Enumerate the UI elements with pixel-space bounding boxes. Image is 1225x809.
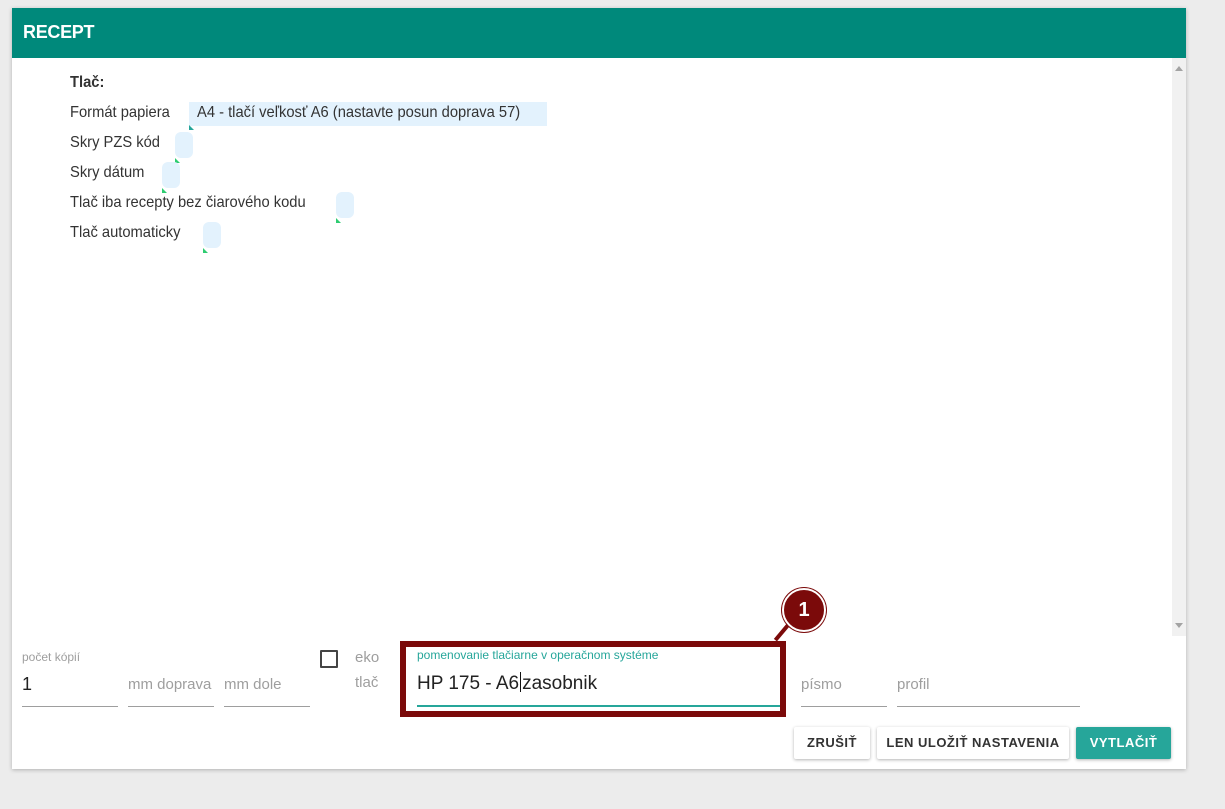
print-button[interactable]: VYTLAČIŤ: [1076, 727, 1171, 759]
dialog-title: RECEPT: [23, 22, 95, 42]
paper-format-value: A4 - tlačí veľkosť A6 (nastavte posun do…: [197, 104, 521, 121]
auto-print-toggle[interactable]: [203, 222, 221, 253]
hide-date-label: Skry dátum: [70, 164, 145, 181]
paper-format-label: Formát papiera: [70, 104, 170, 121]
corner-marker-icon: [203, 248, 208, 253]
scroll-up-icon[interactable]: [1175, 66, 1183, 71]
scroll-down-icon[interactable]: [1175, 623, 1183, 628]
paper-format-select[interactable]: A4 - tlačí veľkosť A6 (nastavte posun do…: [189, 102, 547, 130]
mm-right-field[interactable]: mm doprava: [128, 650, 214, 707]
eco-label-line2: tlač: [355, 674, 379, 691]
print-section-title: Tlač:: [70, 74, 105, 91]
save-settings-button[interactable]: LEN ULOŽIŤ NASTAVENIA: [877, 727, 1069, 759]
font-placeholder: písmo: [801, 676, 842, 693]
barcode-only-toggle[interactable]: [336, 192, 354, 223]
profile-field[interactable]: profil: [897, 650, 1080, 707]
eco-print-checkbox[interactable]: [320, 650, 338, 668]
mm-bottom-field[interactable]: mm dole: [224, 650, 310, 707]
barcode-only-label: Tlač iba recepty bez čiarového kodu: [70, 194, 306, 211]
copies-label: počet kópií: [22, 650, 81, 664]
font-field[interactable]: písmo: [801, 650, 887, 707]
corner-marker-icon: [162, 188, 167, 193]
profile-placeholder: profil: [897, 676, 930, 693]
copies-value: 1: [22, 674, 33, 694]
content-scrollbar[interactable]: [1172, 58, 1186, 636]
dialog-header: RECEPT: [12, 8, 1186, 58]
annotation-highlight-box: [400, 641, 786, 717]
mm-right-placeholder: mm doprava: [128, 676, 212, 693]
print-settings-content: Tlač: Formát papiera A4 - tlačí veľkosť …: [12, 58, 1172, 636]
corner-marker-icon: [189, 125, 194, 130]
hide-date-toggle[interactable]: [162, 162, 180, 193]
cancel-button[interactable]: ZRUŠIŤ: [794, 727, 870, 759]
annotation-callout-badge: 1: [782, 588, 826, 632]
auto-print-label: Tlač automaticky: [70, 224, 181, 241]
corner-marker-icon: [336, 218, 341, 223]
hide-pzs-toggle[interactable]: [175, 132, 193, 163]
mm-bottom-placeholder: mm dole: [224, 676, 282, 693]
copies-field[interactable]: počet kópií 1: [22, 650, 118, 707]
eco-label-line1: eko: [355, 649, 380, 666]
hide-pzs-label: Skry PZS kód: [70, 134, 160, 151]
